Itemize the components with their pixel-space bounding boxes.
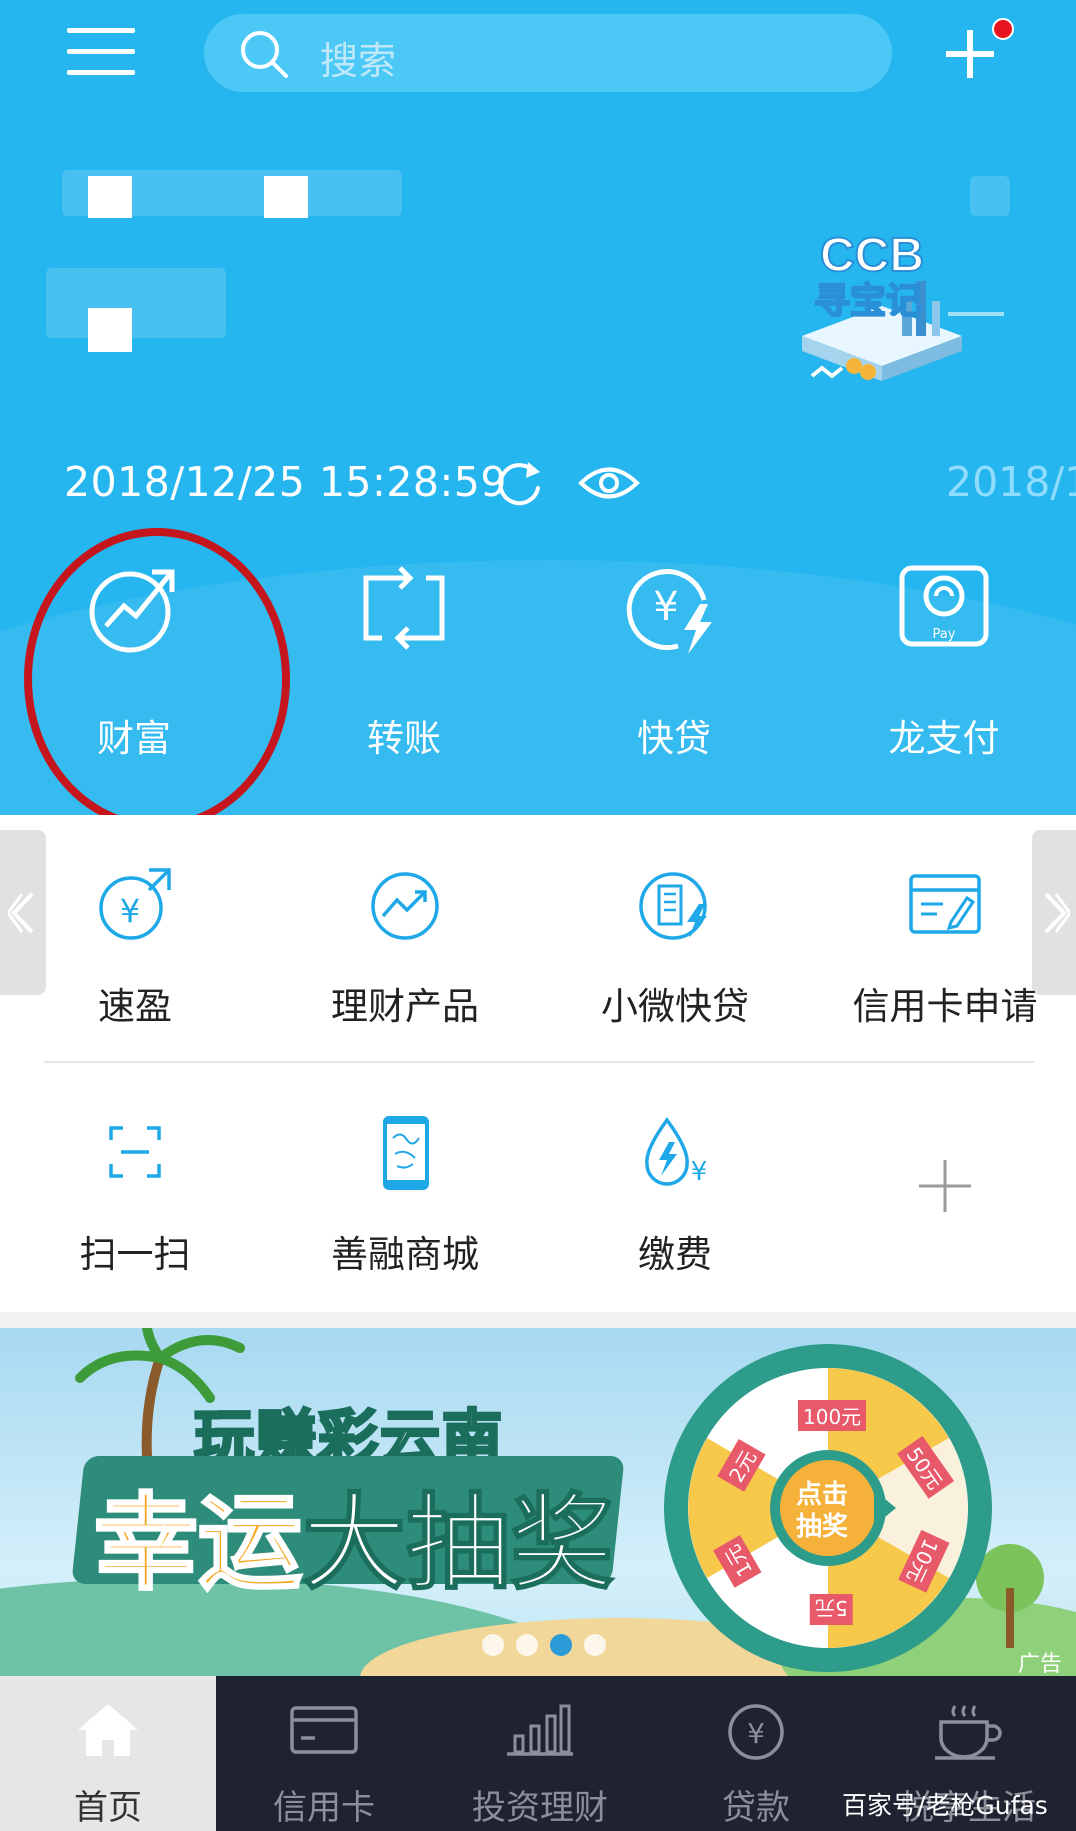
service-credit-card-apply[interactable]: 信用卡申请 (810, 866, 1076, 1056)
mall-icon (383, 1116, 429, 1190)
nav-label: 信用卡 (273, 1788, 375, 1828)
suying-icon: ¥ (99, 868, 171, 940)
service-scan[interactable]: 扫一扫 (0, 1114, 270, 1304)
grid-divider (44, 1061, 1034, 1063)
svg-text:¥: ¥ (747, 1717, 765, 1750)
search-icon (241, 31, 288, 78)
scan-icon (109, 1126, 161, 1178)
section-gap (0, 1312, 1076, 1328)
search-bar[interactable]: 搜索 (204, 14, 892, 92)
service-mall[interactable]: 善融商城 (270, 1114, 540, 1304)
svg-text:Pay: Pay (933, 627, 956, 642)
notification-dot (992, 18, 1014, 40)
home-icon (78, 1704, 138, 1756)
investment-icon (507, 1704, 573, 1756)
banner-title-draw: 大抽奖 (301, 1481, 615, 1605)
quick-action-transfer[interactable]: 转账 (304, 560, 504, 760)
blurred-right-info (970, 176, 1010, 216)
page-dot[interactable] (516, 1634, 538, 1656)
refresh-icon[interactable] (494, 458, 546, 510)
service-label: 善融商城 (331, 1233, 479, 1276)
wheel-center-line2: 抽奖 (796, 1512, 849, 1542)
nav-investment[interactable]: 投资理财 (432, 1676, 648, 1831)
menu-icon[interactable] (67, 28, 135, 76)
nav-loan[interactable]: ¥ 贷款 (648, 1676, 864, 1831)
banner-title-lucky: 幸运 (92, 1481, 303, 1606)
small-loan-icon (639, 872, 707, 940)
prize-5: 5元 (810, 1594, 853, 1625)
service-payment[interactable]: ¥ 缴费 (540, 1114, 810, 1304)
finance-product-icon (371, 872, 439, 940)
service-suying[interactable]: ¥ 速盈 (0, 866, 270, 1056)
privacy-mask (88, 176, 132, 218)
search-placeholder: 搜索 (320, 39, 397, 83)
coffee-icon (935, 1705, 1002, 1760)
add-icon (919, 1160, 971, 1212)
svg-text:¥: ¥ (691, 1157, 708, 1187)
transfer-icon (363, 566, 445, 650)
next-card-timestamp: 2018/1 (946, 458, 1076, 506)
privacy-mask (88, 308, 132, 352)
quick-action-label: 龙支付 (888, 717, 1000, 760)
service-small-loan[interactable]: 小微快贷 (540, 866, 810, 1056)
banner-pagination[interactable] (482, 1634, 612, 1658)
blurred-balance (46, 268, 226, 338)
quick-loan-icon: ¥ (626, 569, 712, 654)
update-timestamp: 2018/12/25 15:28:59 (64, 458, 507, 506)
service-label: 速盈 (98, 985, 172, 1028)
ad-tag: 广告 (1018, 1652, 1063, 1676)
page-dot[interactable] (584, 1634, 606, 1656)
quick-action-label: 快贷 (637, 717, 711, 760)
lottery-wheel[interactable]: 点击 抽奖 100元 50元 10元 5元 1元 2元 (660, 1340, 996, 1676)
collapsed-indicator (948, 312, 1004, 316)
svg-text:¥: ¥ (653, 584, 678, 630)
quick-action-long-pay[interactable]: Pay 龙支付 (844, 560, 1044, 760)
prize-100: 100元 (798, 1400, 867, 1431)
promo-banner[interactable]: 玩赚彩云南 幸运大抽奖 点击 抽奖 100元 50元 10元 5元 1元 2元 (0, 1328, 1076, 1676)
ccb-promo-logo[interactable]: CCB 寻宝记 (792, 226, 968, 396)
service-label: 缴费 (638, 1233, 712, 1276)
highlight-circle-annotation (24, 528, 290, 815)
nav-label: 贷款 (722, 1788, 790, 1828)
watermark-text: 百家号/老枪Gufas (842, 1791, 1048, 1820)
service-label: 理财产品 (331, 985, 479, 1028)
credit-card-icon (290, 1706, 358, 1754)
service-label: 扫一扫 (79, 1233, 191, 1276)
service-finance-products[interactable]: 理财产品 (270, 866, 540, 1056)
banner-title-line2: 幸运大抽奖 (92, 1458, 615, 1609)
page-dot-active[interactable] (550, 1634, 572, 1656)
nav-label: 投资理财 (472, 1788, 608, 1828)
service-label: 小微快贷 (601, 985, 749, 1028)
long-pay-icon: Pay (899, 565, 989, 647)
loan-icon: ¥ (728, 1704, 784, 1760)
eye-icon[interactable] (578, 462, 640, 504)
nav-home[interactable]: 首页 (0, 1676, 216, 1831)
payment-icon: ¥ (645, 1117, 708, 1187)
logo-text-xunbaoji: 寻宝记 (813, 280, 923, 323)
quick-action-quick-loan[interactable]: ¥ 快贷 (574, 560, 774, 760)
quick-action-label: 转账 (367, 717, 441, 760)
credit-card-apply-icon (909, 874, 981, 934)
svg-text:¥: ¥ (120, 892, 140, 930)
add-icon[interactable] (946, 18, 1014, 78)
privacy-mask (264, 176, 308, 218)
service-add[interactable] (810, 1114, 1076, 1304)
page-dot[interactable] (482, 1634, 504, 1656)
nav-credit-card[interactable]: 信用卡 (216, 1676, 432, 1831)
account-header: 搜索 CCB 寻宝记 2018/12/25 15:28:59 2018/1 财富… (0, 0, 1076, 815)
nav-label: 首页 (74, 1788, 142, 1828)
service-label: 信用卡申请 (852, 985, 1038, 1028)
